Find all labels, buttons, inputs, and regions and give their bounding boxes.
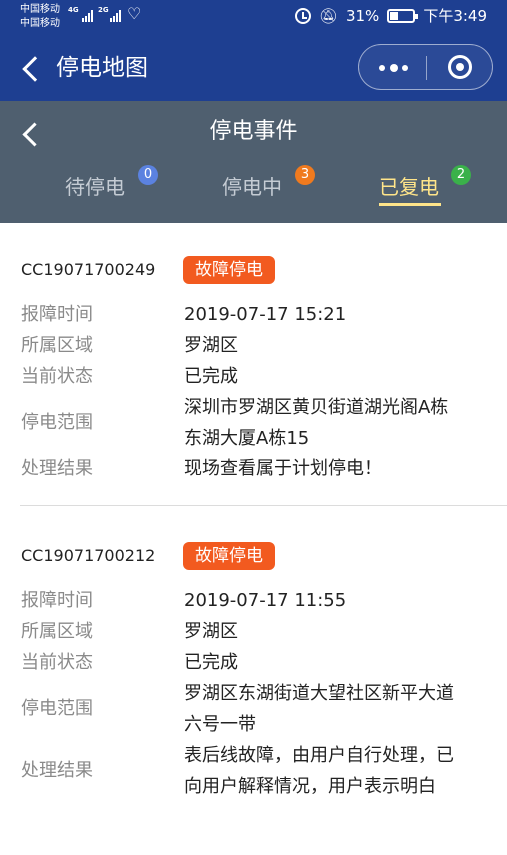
- field-label: 当前状态: [21, 366, 93, 387]
- active-tab-indicator: [379, 203, 441, 206]
- tab-in-progress[interactable]: 停电中: [222, 173, 282, 209]
- tab-restored[interactable]: 已复电: [379, 173, 441, 209]
- field-value: 现场查看属于计划停电！: [184, 458, 382, 479]
- field-value: 已完成: [184, 366, 238, 387]
- field-value: 2019-07-17 11:55: [184, 590, 347, 611]
- tab-label: 已复电: [379, 175, 439, 199]
- network-type-1: 4G: [68, 6, 79, 14]
- event-type-tag: 故障停电: [183, 542, 275, 570]
- field-value: 罗湖区: [184, 335, 238, 356]
- page-header: 停电事件 待停电 0 停电中 3 已复电 2: [0, 101, 507, 223]
- field-value: 六号一带: [184, 714, 256, 735]
- field-value: 罗湖区东湖街道大望社区新平大道: [184, 683, 454, 704]
- clock: 下午3:49: [423, 7, 487, 25]
- nav-title: 停电地图: [56, 55, 148, 81]
- miniprogram-capsule: [358, 44, 493, 90]
- status-right: 🔕︎ 31% 下午3:49: [294, 6, 487, 26]
- tab-label: 停电中: [222, 175, 282, 199]
- field-label: 当前状态: [21, 652, 93, 673]
- field-label: 停电范围: [21, 698, 93, 719]
- card-divider: [20, 505, 507, 506]
- field-label: 报障时间: [21, 590, 93, 611]
- battery-icon: [387, 9, 419, 23]
- signal-icon: [82, 8, 93, 22]
- field-value: 表后线故障，由用户自行处理，已: [184, 745, 454, 766]
- event-type-tag: 故障停电: [183, 256, 275, 284]
- carrier-1: 中国移动: [20, 4, 60, 15]
- alarm-icon: [294, 8, 311, 24]
- back-icon[interactable]: [18, 54, 44, 84]
- carrier-info: 中国移动 中国移动: [20, 3, 60, 31]
- status-bar: 中国移动 中国移动 4G 2G ♡ 🔕︎ 31% 下午3:49: [0, 0, 507, 36]
- health-icon: ♡: [127, 4, 142, 23]
- count-badge: 3: [295, 165, 315, 185]
- navigation-bar: 停电地图: [0, 36, 507, 101]
- field-label: 处理结果: [21, 458, 93, 479]
- field-label: 所属区域: [21, 335, 93, 356]
- tab-pending[interactable]: 待停电: [65, 173, 125, 209]
- field-label: 处理结果: [21, 760, 93, 781]
- signal-icon-2: [110, 8, 121, 22]
- event-code: CC19071700249: [21, 260, 156, 279]
- field-value: 罗湖区: [184, 621, 238, 642]
- mute-icon: 🔕︎: [318, 7, 338, 25]
- dot-icon: [402, 65, 408, 71]
- count-badge: 0: [138, 165, 158, 185]
- field-value: 已完成: [184, 652, 238, 673]
- dot-icon: [390, 64, 398, 72]
- field-value: 2019-07-17 15:21: [184, 304, 347, 325]
- count-badge: 2: [451, 165, 471, 185]
- dot-icon: [379, 65, 385, 71]
- battery-percent: 31%: [345, 7, 380, 25]
- event-code: CC19071700212: [21, 546, 156, 565]
- more-button[interactable]: [359, 45, 426, 89]
- tab-label: 待停电: [65, 175, 125, 199]
- field-value: 向用户解释情况，用户表示明白: [184, 776, 436, 797]
- field-label: 停电范围: [21, 412, 93, 433]
- page-title: 停电事件: [209, 119, 298, 144]
- carrier-2: 中国移动: [20, 18, 60, 29]
- field-value: 东湖大厦A栋15: [184, 428, 310, 449]
- close-miniprogram-button[interactable]: [427, 45, 493, 89]
- network-type-2: 2G: [98, 6, 109, 14]
- field-label: 报障时间: [21, 304, 93, 325]
- field-label: 所属区域: [21, 621, 93, 642]
- field-value: 深圳市罗湖区黄贝街道湖光阁A栋: [184, 397, 449, 418]
